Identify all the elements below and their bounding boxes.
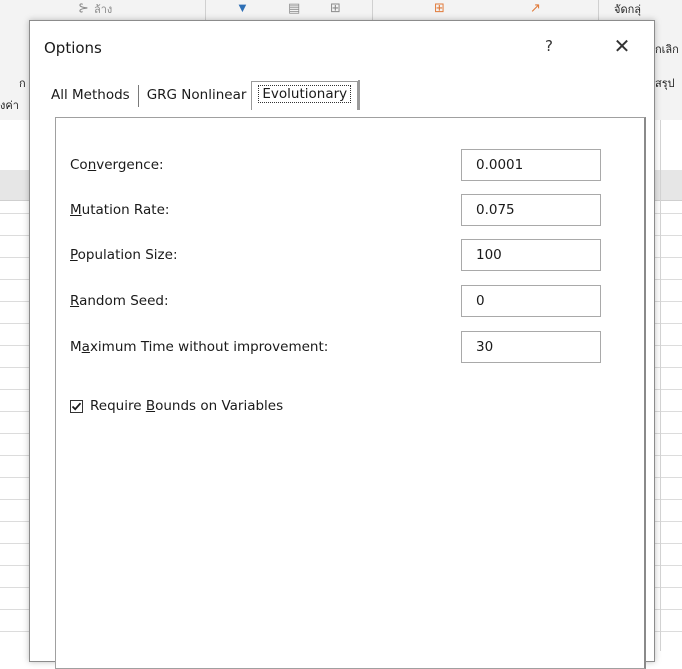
what-if-icon: ⊞: [434, 0, 445, 15]
label-text: utation Rate:: [81, 202, 170, 218]
access-key: R: [70, 293, 80, 309]
random-seed-row: Random Seed:: [70, 285, 625, 319]
mutation-rate-input[interactable]: [461, 194, 601, 226]
tab-evolutionary[interactable]: Evolutionary: [251, 81, 359, 110]
tab-label: GRG Nonlinear: [146, 87, 247, 103]
tab-strip: All Methods GRG Nonlinear Evolutionary: [46, 80, 361, 110]
access-key: n: [87, 157, 97, 173]
forecast-icon: ↗: [530, 0, 541, 15]
mutation-rate-label: Mutation Rate:: [70, 202, 169, 218]
text-columns-icon: ▤: [288, 0, 301, 15]
flash-fill-icon: ⊞: [330, 0, 341, 15]
tab-separator: [137, 85, 139, 107]
max-time-row: Maximum Time without improvement:: [70, 331, 625, 365]
ribbon-subtotal-label: สรุป: [655, 78, 675, 90]
label-text: ounds on Variables: [155, 398, 284, 414]
tab-all-methods[interactable]: All Methods: [46, 83, 135, 109]
tab-label: All Methods: [51, 87, 130, 103]
require-bounds-checkbox-row[interactable]: Require Bounds on Variables: [70, 398, 283, 414]
max-time-input[interactable]: [461, 331, 601, 363]
ribbon-left-label-2: งค่า: [0, 100, 19, 112]
ribbon-left-label: ก: [19, 78, 26, 90]
max-time-label: Maximum Time without improvement:: [70, 339, 328, 355]
require-bounds-label: Require Bounds on Variables: [90, 398, 283, 414]
population-size-label: Population Size:: [70, 247, 178, 263]
label-text: andom Seed:: [79, 293, 169, 309]
mutation-rate-row: Mutation Rate:: [70, 194, 625, 228]
dialog-titlebar[interactable]: Options ? ✕: [30, 21, 654, 71]
random-seed-input[interactable]: [461, 285, 601, 317]
options-dialog: Options ? ✕ All Methods GRG Nonlinear Ev…: [29, 20, 655, 669]
access-key: B: [145, 398, 156, 414]
ribbon-ungroup-label: กเลิก: [655, 44, 679, 56]
convergence-label: Convergence:: [70, 157, 164, 173]
access-key: P: [70, 247, 78, 263]
label-text: Require: [90, 398, 146, 414]
access-key: a: [81, 339, 90, 355]
population-size-input[interactable]: [461, 239, 601, 271]
convergence-input[interactable]: [461, 149, 601, 181]
ribbon-clear-label: ล้าง: [94, 4, 113, 16]
dialog-title: Options: [44, 39, 102, 57]
close-button[interactable]: ✕: [610, 35, 634, 59]
sort-icon: ▼: [236, 0, 249, 15]
population-size-row: Population Size:: [70, 239, 625, 273]
ribbon-group-label: จัดกลุ่: [614, 4, 641, 16]
label-text: Co: [70, 157, 88, 173]
tab-grg-nonlinear[interactable]: GRG Nonlinear: [142, 83, 252, 109]
clear-icon: ⊱: [78, 0, 89, 15]
random-seed-label: Random Seed:: [70, 293, 169, 309]
label-text: vergence:: [96, 157, 164, 173]
help-button[interactable]: ?: [538, 35, 560, 57]
label-text: M: [70, 339, 82, 355]
require-bounds-checkbox[interactable]: [70, 399, 83, 413]
access-key: M: [70, 202, 82, 218]
spreadsheet-column-line: [660, 120, 661, 651]
label-text: ximum Time without improvement:: [89, 339, 329, 355]
tab-label: Evolutionary: [258, 85, 352, 103]
evolutionary-options-panel: Convergence: Mutation Rate: Population S…: [55, 117, 646, 669]
tab-edge: [358, 80, 361, 110]
checkmark-icon: [71, 402, 82, 411]
label-text: opulation Size:: [77, 247, 178, 263]
convergence-row: Convergence:: [70, 149, 625, 183]
